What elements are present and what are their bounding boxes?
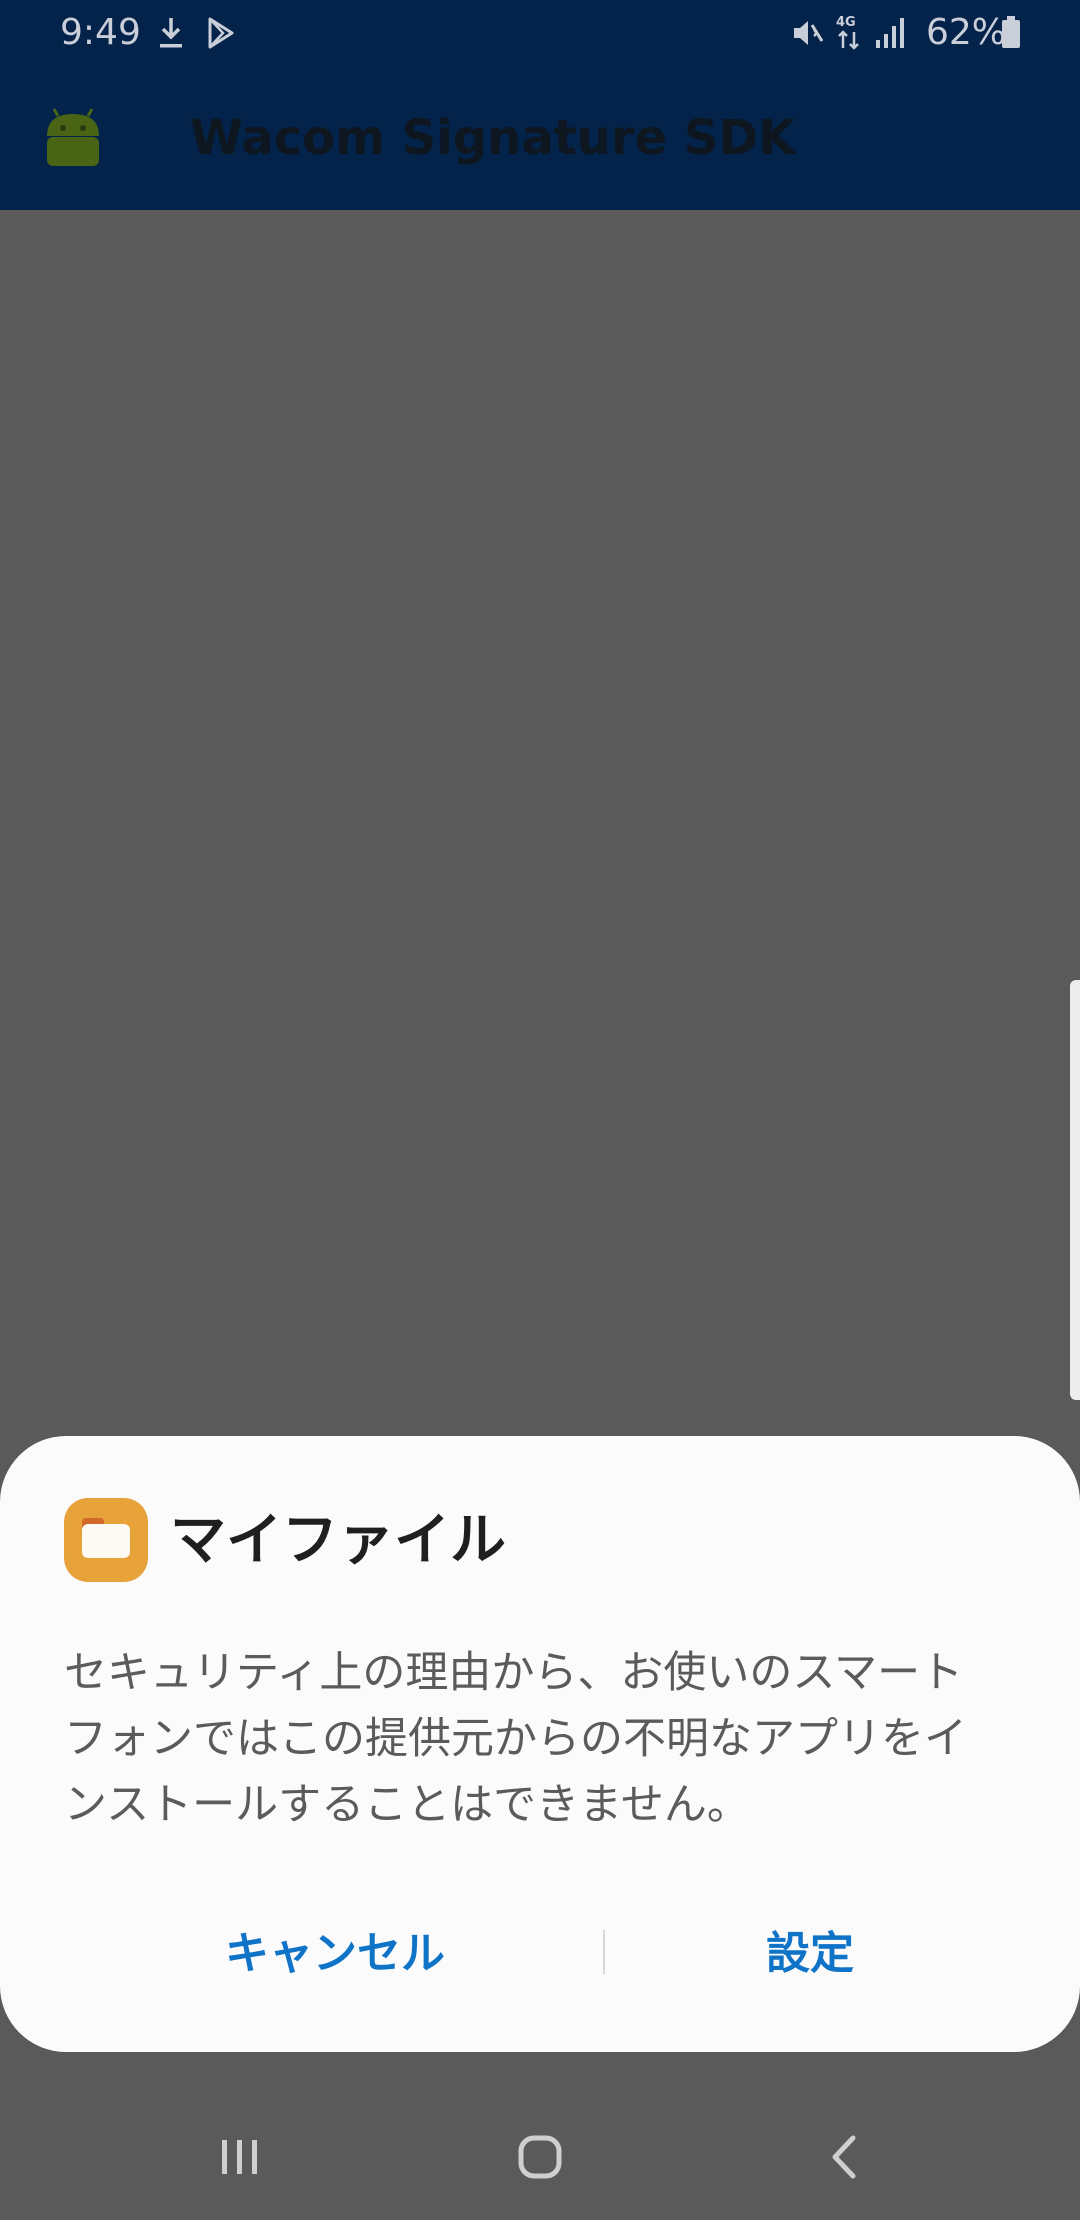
recents-icon[interactable] xyxy=(190,2118,290,2198)
android-icon xyxy=(47,108,99,166)
button-divider xyxy=(603,1930,605,1974)
dialog-title: マイファイル xyxy=(170,1508,506,1573)
status-bar: 9:49 4G 62% xyxy=(0,0,1080,66)
signal-icon xyxy=(876,18,904,48)
4g-data-icon: 4G xyxy=(836,15,859,50)
battery-icon xyxy=(1002,16,1020,48)
navigation-bar xyxy=(0,2096,1080,2220)
play-store-icon xyxy=(208,17,234,49)
back-icon[interactable] xyxy=(795,2118,895,2198)
dialog-message: セキュリティ上の理由から、お使いのスマート フォンではこの提供元からの不明なアプ… xyxy=(64,1648,967,1830)
download-icon xyxy=(160,18,182,48)
my-files-folder-icon xyxy=(64,1498,148,1582)
mute-icon xyxy=(794,21,824,45)
cancel-button[interactable]: キャンセル xyxy=(100,1906,570,2002)
svg-text:4G: 4G xyxy=(836,15,856,30)
settings-button[interactable]: 設定 xyxy=(640,1906,980,2002)
app-bar: Wacom Signature SDK xyxy=(0,66,1080,210)
status-time: 9:49 xyxy=(60,12,141,53)
battery-percent: 62% xyxy=(925,12,1006,53)
home-icon[interactable] xyxy=(490,2118,590,2198)
app-title: Wacom Signature SDK xyxy=(190,110,796,166)
edge-panel-handle[interactable] xyxy=(1070,980,1080,1400)
install-blocked-dialog: マイファイル セキュリティ上の理由から、お使いのスマート フォンではこの提供元か… xyxy=(0,1436,1080,2052)
